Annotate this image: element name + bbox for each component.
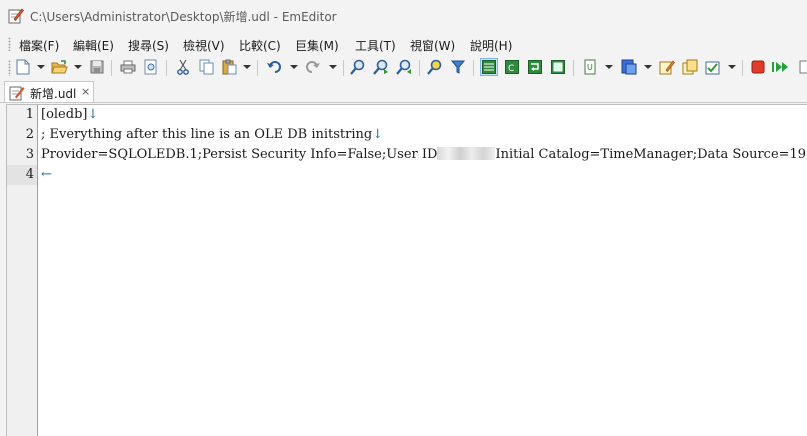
undo-icon[interactable] [265, 58, 283, 76]
code-line-text: Provider=SQLOLEDB.1;Persist Security Inf… [41, 147, 438, 162]
markers-icon[interactable] [620, 58, 638, 76]
menu-view[interactable]: 檢視(V) [183, 37, 225, 54]
line-number-gutter[interactable]: 1 2 3 4 [7, 105, 38, 436]
menu-edit[interactable]: 編輯(E) [73, 37, 114, 54]
filter-icon[interactable] [449, 58, 467, 76]
copy-icon[interactable] [197, 58, 215, 76]
print-preview-icon[interactable] [142, 58, 160, 76]
stop-icon[interactable] [749, 58, 767, 76]
editor-area[interactable]: 1 2 3 4 [oledb]↓ ; Everything after this… [6, 104, 807, 436]
menu-grip-handle[interactable] [8, 37, 11, 51]
check-icon[interactable] [704, 58, 722, 76]
encoding-dropdown[interactable] [605, 65, 613, 69]
find-previous-icon[interactable] [395, 58, 413, 76]
code-line-text: ; Everything after this line is an OLE D… [41, 127, 373, 142]
find-icon[interactable] [349, 58, 367, 76]
eof-marker: ← [41, 167, 52, 182]
code-line-text: Initial Catalog=TimeManager;Data Source=… [495, 147, 807, 162]
paste-icon[interactable] [220, 58, 238, 76]
toolbar-separator [111, 60, 112, 76]
highlight-icon[interactable] [426, 58, 444, 76]
svg-text:C: C [508, 64, 514, 74]
title-bar: C:\Users\Administrator\Desktop\新增.udl - … [0, 0, 807, 32]
toolbar-separator [343, 60, 344, 76]
app-icon[interactable] [8, 7, 24, 24]
code-line[interactable]: [oledb]↓ [41, 107, 98, 122]
menu-search[interactable]: 搜尋(S) [128, 37, 169, 54]
menu-file[interactable]: 檔案(F) [19, 37, 59, 54]
wrap-none-icon[interactable] [480, 58, 498, 76]
tab-document[interactable]: 新增.udl × [4, 81, 94, 102]
open-folder-dropdown[interactable] [74, 65, 82, 69]
tab-label: 新增.udl [30, 87, 77, 101]
toolbar-separator [473, 60, 474, 76]
redacted-text [437, 147, 496, 160]
menu-bar: 檔案(F) 編輯(E) 搜尋(S) 檢視(V) 比較(C) 巨集(M) 工具(T… [0, 34, 807, 54]
wrap-by-page-icon[interactable] [549, 58, 567, 76]
open-folder-icon[interactable] [50, 58, 68, 76]
svg-text:U: U [587, 63, 593, 72]
redo-dropdown[interactable] [329, 65, 337, 69]
menu-macros[interactable]: 巨集(M) [295, 37, 339, 54]
undo-dropdown[interactable] [290, 65, 298, 69]
code-line[interactable]: ← [41, 167, 52, 182]
close-icon[interactable]: × [81, 85, 90, 98]
line-number: 2 [25, 127, 34, 142]
code-line[interactable]: ; Everything after this line is an OLE D… [41, 127, 383, 142]
wrap-by-chars-icon[interactable]: C [503, 58, 521, 76]
macro-run-icon[interactable] [681, 58, 699, 76]
line-number: 4 [25, 167, 34, 182]
code-line-text: [oledb] [41, 107, 88, 122]
toolbar-separator [419, 60, 420, 76]
tab-bar: 新增.udl × [0, 80, 807, 103]
document-icon [9, 85, 25, 104]
menu-tools[interactable]: 工具(T) [355, 37, 396, 54]
code-line[interactable]: Provider=SQLOLEDB.1;Persist Security Inf… [41, 147, 807, 162]
more-icon[interactable] [796, 58, 807, 76]
menu-window[interactable]: 視窗(W) [410, 37, 455, 54]
window-title: C:\Users\Administrator\Desktop\新增.udl - … [30, 10, 337, 24]
menu-compare[interactable]: 比較(C) [239, 37, 281, 54]
line-number: 3 [25, 147, 34, 162]
markers-dropdown[interactable] [644, 65, 652, 69]
cut-icon[interactable] [174, 58, 192, 76]
menu-help[interactable]: 說明(H) [470, 37, 512, 54]
toolbar-separator [573, 60, 574, 76]
save-icon[interactable] [88, 58, 106, 76]
check-dropdown[interactable] [728, 65, 736, 69]
redo-icon[interactable] [304, 58, 322, 76]
eol-marker: ↓ [372, 127, 384, 142]
toolbar-separator [166, 60, 167, 76]
toolbar-separator [257, 60, 258, 76]
eol-marker: ↓ [87, 107, 99, 122]
paste-dropdown[interactable] [243, 65, 251, 69]
print-icon[interactable] [119, 58, 137, 76]
macro-edit-icon[interactable] [658, 58, 676, 76]
toolbar: C U [0, 54, 807, 80]
wrap-by-window-icon[interactable] [526, 58, 544, 76]
encoding-icon[interactable]: U [582, 58, 600, 76]
play-icon[interactable] [771, 58, 789, 76]
toolbar-grip-handle[interactable] [8, 60, 11, 76]
toolbar-separator [742, 60, 743, 76]
new-file-icon[interactable] [14, 58, 32, 76]
new-file-dropdown[interactable] [37, 65, 45, 69]
line-number: 1 [25, 107, 34, 122]
find-next-icon[interactable] [372, 58, 390, 76]
